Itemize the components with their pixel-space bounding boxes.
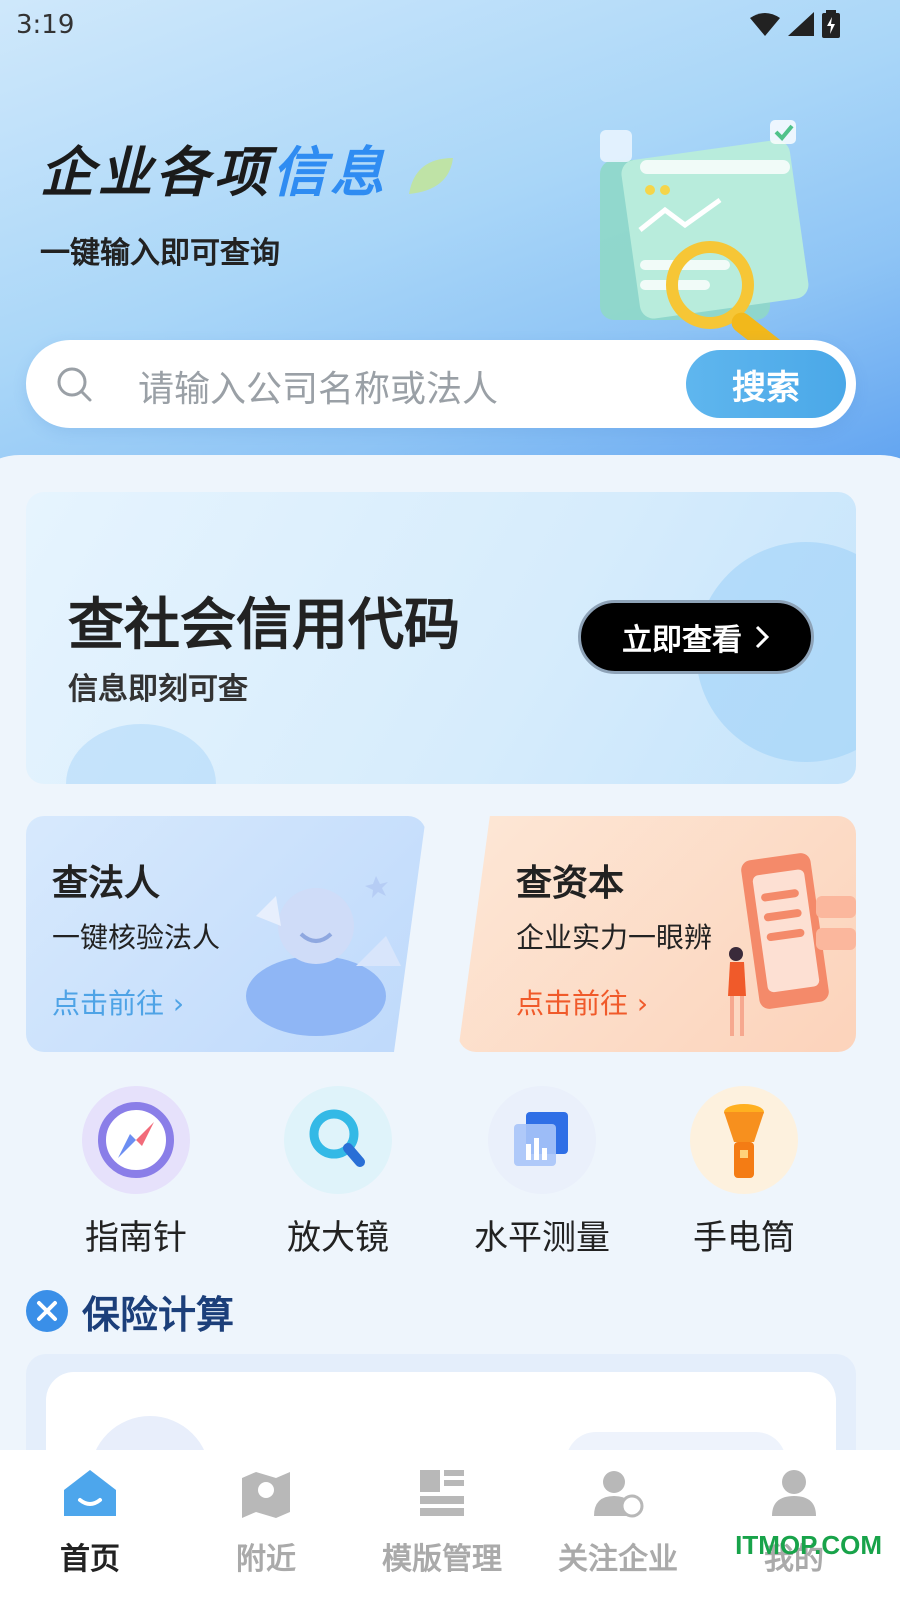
tool-grid: 指南针 放大镜 水平测量 手电筒: [0, 1086, 900, 1258]
tab-label: 模版管理: [382, 1542, 502, 1577]
signal-icon: [788, 12, 814, 36]
view-now-button[interactable]: 立即查看: [578, 600, 814, 674]
go-link[interactable]: 点击前往 ›: [516, 982, 648, 1022]
tab-mine[interactable]: 我的: [704, 1468, 884, 1578]
credit-code-banner[interactable]: 查社会信用代码 信息即刻可查 立即查看: [26, 492, 856, 784]
hero-title-blue: 信息: [272, 141, 388, 204]
hero-title-dark: 企业各项: [40, 141, 272, 204]
card-subtitle: 一键核验法人: [52, 921, 221, 954]
level-chart-icon: [514, 1112, 568, 1166]
insurance-section-header: 保险计算: [26, 1286, 235, 1337]
tool-level[interactable]: 水平测量: [452, 1086, 632, 1258]
tool-label: 放大镜: [287, 1218, 389, 1258]
hero-title: 企业各项信息: [40, 128, 455, 207]
person-avatar-illustration: [246, 876, 401, 1036]
search-input[interactable]: 请输入公司名称或法人: [138, 360, 498, 412]
tool-icon-circle: [488, 1086, 596, 1194]
magnifier-icon: [309, 1109, 365, 1167]
tool-label: 手电筒: [693, 1218, 795, 1258]
go-link-label: 点击前往: [52, 987, 165, 1020]
search-icon: [57, 367, 92, 402]
tool-magnifier[interactable]: 放大镜: [248, 1086, 428, 1258]
capital-card[interactable]: 查资本 企业实力一眼辨 点击前往 ›: [458, 816, 856, 1052]
bottom-tab-bar: 首页 附近 模版管理 关注企业 我的: [0, 1450, 900, 1600]
chevron-right-icon: ›: [172, 987, 185, 1020]
status-icons: [750, 10, 840, 38]
tool-flashlight[interactable]: 手电筒: [654, 1086, 834, 1258]
decorative-blob: [66, 724, 216, 784]
chevron-right-icon: [755, 625, 770, 649]
tab-follow[interactable]: 关注企业: [528, 1468, 708, 1578]
credit-banner-subtitle: 信息即刻可查: [68, 672, 248, 707]
follow-icon: [594, 1471, 644, 1518]
chevron-right-icon: ›: [636, 987, 649, 1020]
compass-icon: [98, 1102, 174, 1178]
document-search-illustration: [600, 120, 809, 350]
tab-nearby[interactable]: 附近: [176, 1468, 356, 1578]
leaf-icon: [408, 158, 453, 195]
credit-banner-title: 查社会信用代码: [68, 593, 460, 658]
map-icon: [242, 1472, 290, 1518]
go-link[interactable]: 点击前往 ›: [52, 982, 184, 1022]
status-bar: 3:19: [0, 0, 900, 50]
card-subtitle: 企业实力一眼辨: [516, 921, 713, 954]
user-icon: [772, 1470, 816, 1516]
flashlight-icon: [724, 1104, 764, 1178]
tool-icon-circle: [284, 1086, 392, 1194]
tools-cross-icon: [26, 1290, 68, 1332]
battery-icon: [822, 10, 840, 38]
card-title: 查资本: [516, 863, 625, 904]
tab-home[interactable]: 首页: [0, 1468, 180, 1578]
status-time: 3:19: [16, 10, 75, 40]
tool-compass[interactable]: 指南针: [46, 1086, 226, 1258]
section-title: 保险计算: [82, 1292, 235, 1337]
tab-label: 附近: [236, 1542, 296, 1577]
card-title: 查法人: [52, 863, 161, 904]
tool-icon-circle: [690, 1086, 798, 1194]
tool-label: 水平测量: [474, 1218, 610, 1258]
wifi-icon: [750, 13, 780, 36]
phone-report-illustration: [728, 853, 856, 1036]
view-now-label: 立即查看: [622, 623, 742, 658]
watermark: ITMOP.COM: [735, 1530, 882, 1560]
tab-templates[interactable]: 模版管理: [352, 1468, 532, 1578]
tab-label: 关注企业: [558, 1542, 678, 1577]
go-link-label: 点击前往: [516, 987, 629, 1020]
template-icon: [420, 1470, 464, 1516]
home-icon: [64, 1470, 116, 1516]
tool-label: 指南针: [85, 1218, 187, 1258]
hero-subtitle: 一键输入即可查询: [40, 236, 280, 271]
hero-banner: 3:19 企业各项信息 一键输入即可查询 请输入公司名称或法人 搜索: [0, 0, 900, 500]
legal-person-card[interactable]: 查法人 一键核验法人 点击前往 ›: [26, 816, 426, 1052]
search-button[interactable]: 搜索: [686, 350, 846, 418]
tool-icon-circle: [82, 1086, 190, 1194]
search-bar[interactable]: 请输入公司名称或法人 搜索: [26, 340, 856, 428]
tab-label: 首页: [60, 1542, 120, 1577]
